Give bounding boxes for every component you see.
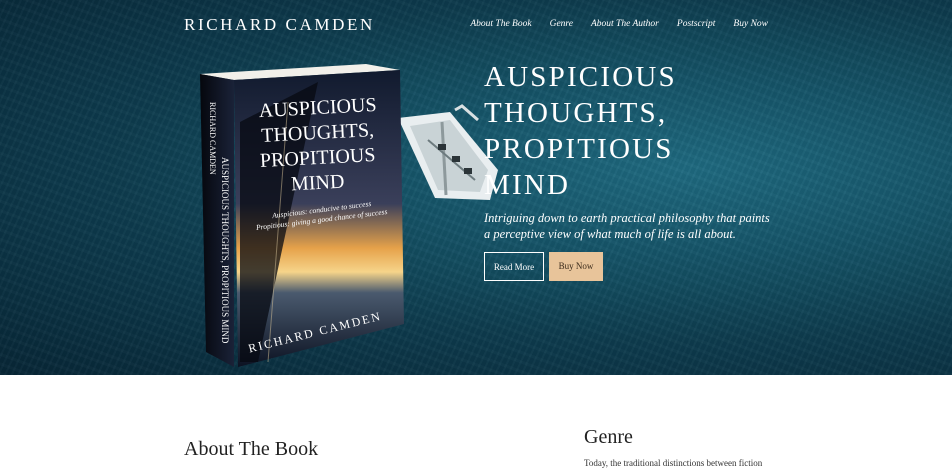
site-logo[interactable]: RICHARD CAMDEN (184, 15, 375, 35)
genre-heading: Genre (584, 426, 633, 448)
book-title-line: PROPITIOUS (259, 144, 376, 172)
nav-item-genre[interactable]: Genre (550, 19, 573, 29)
tagline-line: Intriguing down to earth practical philo… (484, 211, 770, 225)
book-author: RICHARD CAMDEN (247, 309, 383, 356)
book-cover-text: AUSPICIOUS THOUGHTS, PROPITIOUS MIND Aus… (208, 94, 388, 356)
hero-tagline: Intriguing down to earth practical philo… (484, 210, 784, 242)
nav-item-buy-now[interactable]: Buy Now (733, 19, 768, 29)
read-more-button[interactable]: Read More (484, 252, 544, 281)
book-title-line: AUSPICIOUS (258, 94, 377, 122)
nav-item-postscript[interactable]: Postscript (677, 19, 716, 29)
book-spine-title: AUSPICIOUS THOUGHTS, PROPITIOUS MIND (220, 157, 230, 344)
headline-line: PROPITIOUS (484, 133, 674, 165)
book-spine-author: RICHARD CAMDEN (208, 102, 217, 175)
headline-line: MIND (484, 169, 571, 201)
book-title-line: THOUGHTS, (261, 119, 375, 147)
headline-line: AUSPICIOUS (484, 61, 677, 93)
hero-section: AUSPICIOUS THOUGHTS, PROPITIOUS MIND Aus… (0, 0, 952, 375)
book-title-line: MIND (290, 171, 344, 196)
about-the-book-heading: About The Book (184, 438, 319, 460)
buy-now-button[interactable]: Buy Now (549, 252, 603, 281)
headline-line: THOUGHTS, (484, 97, 668, 129)
tagline-line: a perceptive view of what much of life i… (484, 227, 736, 241)
main-nav: About The Book Genre About The Author Po… (470, 19, 768, 29)
genre-paragraph: Today, the traditional distinctions betw… (584, 458, 763, 468)
hero-headline: AUSPICIOUS THOUGHTS, PROPITIOUS MIND (484, 59, 784, 203)
nav-item-about-the-author[interactable]: About The Author (591, 19, 659, 29)
nav-item-about-the-book[interactable]: About The Book (470, 19, 531, 29)
